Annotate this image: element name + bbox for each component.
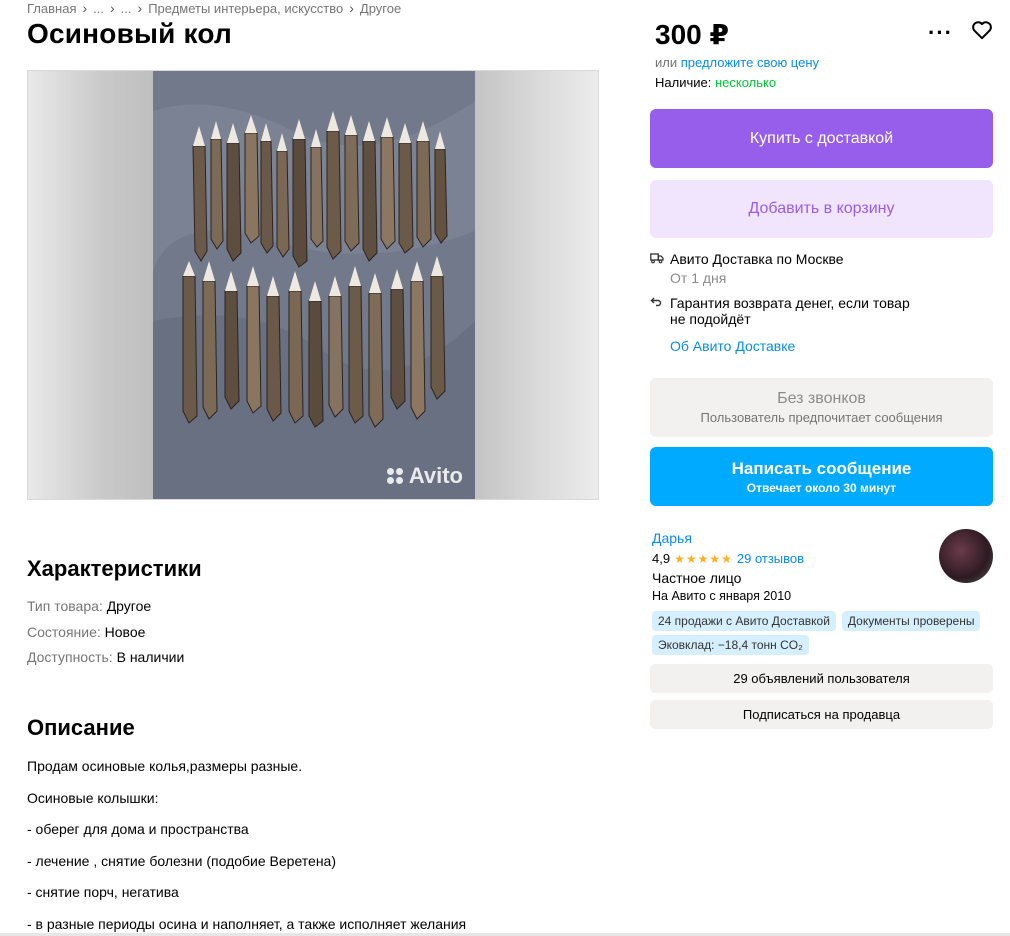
characteristics-heading: Характеристики [27, 556, 202, 581]
avito-logo-icon [386, 468, 405, 484]
description-heading: Описание [27, 715, 135, 740]
availability: Наличие: несколько [655, 75, 776, 90]
description-line: Продам осиновые колья,размеры разные. [27, 758, 303, 774]
avito-watermark: Avito [386, 463, 463, 489]
guarantee-line: не подойдёт [670, 311, 751, 327]
description-line: - лечение , снятие болезни (подобие Вере… [27, 852, 336, 869]
truck-icon [650, 252, 664, 267]
price-offer: или предложите свою цену [655, 55, 819, 70]
delivery-time: От 1 дня [670, 270, 727, 286]
availability-label: Наличие: [655, 75, 712, 90]
chevron-right-icon: › [82, 0, 88, 16]
badge-documents-verified[interactable]: Документы проверены [841, 611, 981, 631]
description-line: - в разные периоды осина и наполняет, а … [27, 915, 467, 932]
about-delivery-link[interactable]: Об Авито Доставке [670, 338, 993, 354]
breadcrumb-home[interactable]: Главная [27, 1, 76, 16]
characteristic-key: Состояние: [27, 623, 101, 640]
characteristic-value: В наличии [116, 649, 185, 665]
page-title: Осиновый кол [27, 18, 232, 49]
avatar[interactable] [939, 529, 993, 583]
listing-photo[interactable]: Avito [153, 71, 475, 499]
breadcrumb: Главная › ... › ... › Предметы интерьера… [27, 0, 401, 16]
guarantee-text: Гарантия возврата денег, если товар не по… [670, 295, 910, 327]
badge-delivery-sales[interactable]: 24 продажи с Авито Доставкой [652, 611, 836, 631]
characteristic-row: Тип товара: Другое [27, 594, 184, 620]
reviews-link[interactable]: 29 отзывов [737, 551, 804, 566]
rating-value: 4,9 [652, 551, 671, 566]
characteristic-key: Тип товара: [27, 598, 103, 614]
breadcrumb-subcategory[interactable]: Другое [360, 1, 401, 16]
characteristics-list: Тип товара: Другое Состояние: Новое Дост… [27, 594, 184, 671]
guarantee-row: Гарантия возврата денег, если товар не по… [650, 295, 993, 327]
delivery-row: Авито Доставка по Москве [650, 251, 993, 267]
characteristic-row: Состояние: Новое [27, 620, 184, 646]
description-text: Продам осиновые колья,размеры разные. Ос… [27, 758, 466, 936]
seller-since: На Авито с января 2010 [652, 589, 792, 603]
characteristic-value: Другое [106, 598, 152, 614]
offer-prefix: или [655, 55, 678, 70]
user-listings-button[interactable]: 29 объявлений пользователя [650, 664, 993, 693]
chevron-right-icon: › [110, 0, 115, 16]
characteristic-key: Доступность: [27, 649, 113, 665]
no-calls-title: Без звонков [777, 390, 866, 407]
price-actions: ··· [928, 20, 993, 45]
characteristic-value: Новое [104, 623, 146, 640]
photo-gallery[interactable]: Avito [27, 70, 599, 500]
breadcrumb-ellipsis-1[interactable]: ... [93, 1, 104, 16]
heart-icon[interactable] [971, 20, 993, 45]
message-button-subtitle: Отвечает около 30 минут [746, 480, 897, 495]
subscribe-seller-button[interactable]: Подписаться на продавца [650, 700, 993, 729]
seller-type: Частное лицо [652, 570, 742, 586]
availability-value: несколько [714, 75, 777, 90]
more-options-icon[interactable]: ··· [928, 21, 953, 44]
star-rating-icon: ★★★★★ [674, 551, 733, 566]
add-to-cart-button[interactable]: Добавить в корзину [650, 180, 993, 238]
offer-price-link[interactable]: предложите свою цену [681, 55, 819, 70]
price: 300 ₽ [655, 19, 729, 50]
guarantee-line: Гарантия возврата денег, если товар [670, 295, 910, 311]
chevron-right-icon: › [349, 0, 354, 16]
no-calls-subtitle: Пользователь предпочитает сообщения [700, 410, 943, 425]
buy-with-delivery-button[interactable]: Купить с доставкой [650, 109, 993, 168]
description-line: - снятие порч, негатива [27, 884, 179, 901]
breadcrumb-ellipsis-2[interactable]: ... [121, 1, 132, 16]
stakes-photo-illustration [153, 71, 475, 499]
description-line: Осиновые колышки: [27, 789, 159, 806]
characteristic-row: Доступность: В наличии [27, 645, 184, 671]
return-arrow-icon [650, 296, 664, 327]
gallery-blur-right [473, 71, 598, 499]
no-calls-notice: Без звонков Пользователь предпочитает со… [650, 378, 993, 437]
chevron-right-icon: › [137, 0, 143, 16]
seller-badges: 24 продажи с Авито Доставкой Документы п… [652, 611, 993, 655]
gallery-blur-left [28, 71, 153, 499]
watermark-text: Avito [408, 463, 463, 488]
message-button-title: Написать сообщение [731, 458, 912, 478]
write-message-button[interactable]: Написать сообщение Отвечает около 30 мин… [650, 447, 993, 506]
breadcrumb-category[interactable]: Предметы интерьера, искусство [148, 1, 343, 16]
delivery-title: Авито Доставка по Москве [670, 251, 844, 267]
delivery-info: Авито Доставка по Москве От 1 дня Гарант… [650, 251, 993, 354]
badge-eco-contribution[interactable]: Эковклад: −18,4 тонн CO₂ [652, 635, 809, 655]
description-line: - оберег для дома и пространства [27, 821, 249, 838]
